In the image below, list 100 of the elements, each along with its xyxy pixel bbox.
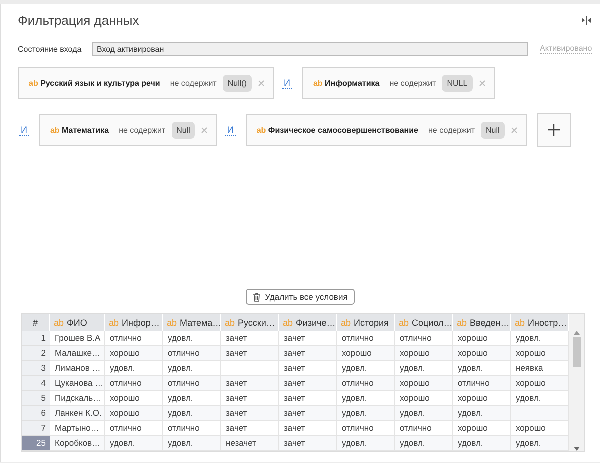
column-header[interactable]: ab История — [337, 314, 395, 331]
table-cell: удовл. — [395, 406, 453, 421]
table-cell: Мартыно… — [50, 421, 105, 436]
table-cell: зачет — [279, 406, 337, 421]
table-cell: удовл. — [337, 406, 395, 421]
scrollbar[interactable] — [569, 314, 584, 451]
row-number-cell[interactable]: 5 — [22, 391, 50, 406]
table-cell: хорошо — [511, 346, 569, 361]
table-cell: хорошо — [395, 391, 453, 406]
table-cell: удовл. — [105, 361, 163, 376]
row-number-cell[interactable]: 3 — [22, 361, 50, 376]
row-number-cell[interactable]: 4 — [22, 376, 50, 391]
add-condition-button[interactable] — [536, 113, 571, 147]
table-cell — [221, 361, 279, 376]
operator-label[interactable]: не содержит — [428, 126, 476, 134]
scroll-down-icon[interactable] — [574, 447, 580, 451]
column-header[interactable]: ab Социол… — [395, 314, 453, 331]
panel-title: Фильтрация данных — [18, 13, 140, 28]
table-cell: хорошо — [453, 346, 511, 361]
table-cell: зачет — [279, 391, 337, 406]
remove-icon[interactable] — [510, 126, 518, 134]
table-cell: отлично — [337, 376, 395, 391]
table-cell: отлично — [337, 331, 395, 346]
table-cell: незачет — [221, 436, 279, 451]
column-header[interactable]: # — [22, 314, 50, 331]
table-cell: отлично — [105, 331, 163, 346]
table-cell: зачет — [279, 421, 337, 436]
delete-all-button[interactable]: Удалить все условия — [246, 289, 355, 305]
table-cell: отлично — [163, 346, 221, 361]
table-cell: удовл. — [511, 391, 569, 406]
field-label[interactable]: ab Русский язык и культура речи — [29, 78, 160, 88]
table-cell: хорошо — [105, 346, 163, 361]
table-cell: зачет — [221, 391, 279, 406]
table-cell: удовл. — [511, 331, 569, 346]
operator-label[interactable]: не содержит — [390, 78, 436, 88]
value-chip[interactable]: Null — [481, 122, 505, 138]
table-cell: удовл. — [511, 436, 569, 451]
remove-icon[interactable] — [201, 126, 208, 134]
table-cell: зачет — [221, 346, 279, 361]
operator-label[interactable]: не содержит — [119, 126, 166, 134]
row-number-cell[interactable]: 2 — [22, 346, 50, 361]
table-cell: хорошо — [511, 376, 569, 391]
table-cell: удовл. — [337, 436, 395, 451]
table-cell: удовл. — [163, 406, 221, 421]
table-cell: хорошо — [105, 391, 163, 406]
table-cell — [511, 406, 569, 421]
column-header[interactable]: ab Физиче… — [279, 314, 337, 331]
table-cell: Ланкен К.О. — [50, 406, 105, 421]
table-cell: зачет — [279, 376, 337, 391]
and-connector-link[interactable]: И — [282, 78, 292, 88]
field-label[interactable]: ab Математика — [50, 126, 110, 134]
table-cell: Пидскаль… — [50, 391, 105, 406]
table-cell: отлично — [105, 421, 163, 436]
remove-icon[interactable] — [258, 80, 265, 86]
value-chip[interactable]: NULL — [442, 74, 473, 92]
value-chip[interactable]: Null() — [222, 74, 252, 92]
collapse-icon[interactable] — [581, 16, 592, 25]
table-cell: удовл. — [453, 406, 511, 421]
column-header[interactable]: ab Введен… — [453, 314, 511, 331]
column-header[interactable]: ab Инфор… — [105, 314, 163, 331]
table-cell: удовл. — [337, 361, 395, 376]
table-cell: Грошев В.А — [50, 331, 105, 346]
scrollbar-thumb[interactable] — [572, 337, 580, 367]
table-cell: хорошо — [105, 406, 163, 421]
table-cell: зачет — [221, 376, 279, 391]
table-cell: удовл. — [337, 391, 395, 406]
table-cell: Лиманов … — [50, 361, 105, 376]
table-cell: удовл. — [163, 391, 221, 406]
row-number-cell[interactable]: 7 — [22, 421, 50, 436]
table-cell: удовл. — [105, 436, 163, 451]
table-cell: Малашке… — [50, 346, 105, 361]
table-cell: зачет — [221, 406, 279, 421]
remove-icon[interactable] — [478, 80, 486, 86]
scroll-up-icon[interactable] — [574, 331, 580, 335]
column-header[interactable]: ab Матема… — [163, 314, 221, 331]
table-cell: Цуканова … — [50, 376, 105, 391]
column-header[interactable]: ab Русски… — [221, 314, 279, 331]
and-connector-link[interactable]: И — [19, 124, 30, 136]
value-chip[interactable]: Null — [172, 122, 196, 138]
table-cell: зачет — [279, 361, 337, 376]
row-number-cell[interactable]: 1 — [22, 331, 50, 346]
operator-label[interactable]: не содержит — [170, 78, 217, 88]
column-header[interactable]: ab ФИО — [50, 314, 105, 331]
table-cell: хорошо — [453, 331, 511, 346]
table-cell: удовл. — [163, 361, 221, 376]
table-cell: зачет — [279, 331, 337, 346]
table-cell: Коробков… — [50, 436, 105, 451]
and-connector-link[interactable]: И — [225, 124, 236, 136]
row-number-cell[interactable]: 6 — [22, 406, 50, 421]
table-cell: удовл. — [395, 361, 453, 376]
field-label: Состояние входа — [18, 44, 83, 54]
field-label[interactable]: ab Информатика — [313, 78, 380, 88]
trash-icon — [253, 292, 262, 302]
input-state-field[interactable]: Вход активирован — [92, 42, 528, 56]
table-cell: отлично — [337, 421, 395, 436]
table-cell: отлично — [395, 331, 453, 346]
field-label[interactable]: ab Физическое самосовершенствование — [256, 126, 419, 134]
column-header[interactable]: ab Иностр… — [511, 314, 569, 331]
plus-icon — [548, 124, 560, 136]
table-cell: хорошо — [395, 376, 453, 391]
